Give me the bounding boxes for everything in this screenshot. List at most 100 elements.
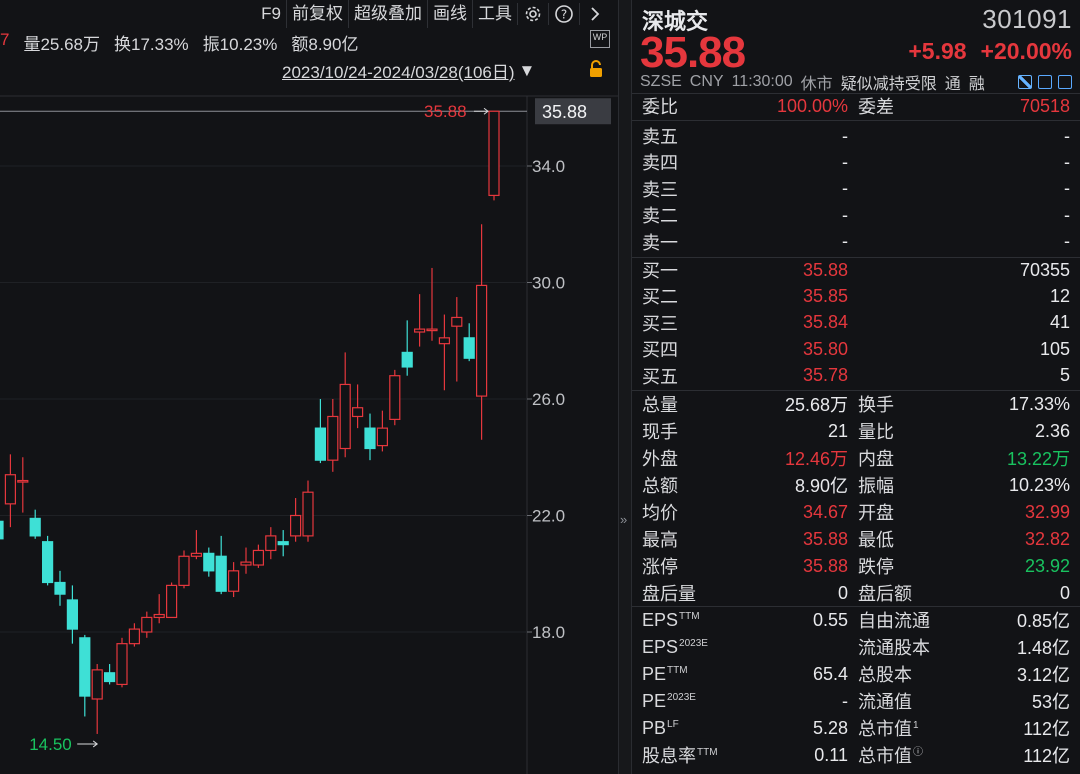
candle-body — [128, 628, 140, 645]
fund-value: 0.55 — [812, 609, 848, 630]
adjust-mode-button[interactable]: 前复权 — [286, 0, 348, 28]
dropdown-arrow-icon[interactable]: ▼ — [519, 61, 536, 81]
ask-price: - — [842, 231, 848, 252]
fund-label-2-text: 流通股本 — [858, 638, 930, 658]
bid-row: 买三 35.84 41 — [642, 310, 1070, 336]
fund-label-suffix: LF — [667, 718, 679, 730]
y-tick-label: 18.0 — [532, 623, 565, 642]
y-tick-label: 26.0 — [532, 390, 565, 409]
tong-flag: 通 — [944, 76, 961, 93]
low-annotation: 14.50 — [29, 735, 72, 754]
svg-text:?: ? — [561, 8, 567, 22]
chevron-right-icon[interactable] — [579, 3, 610, 25]
stat-label: 均价 — [642, 503, 678, 523]
candle-body — [389, 375, 401, 420]
fund-label: EPSTTM — [642, 610, 722, 631]
bid-volume: 5 — [1059, 365, 1070, 386]
fund-label-2-text: 自由流通 — [858, 611, 930, 631]
fund-label: EPS2023E — [642, 637, 722, 658]
fund-value-2: 112亿 — [1023, 746, 1070, 766]
overlay-button[interactable]: 超级叠加 — [348, 0, 427, 28]
chart-toolbar: F9 前复权 超级叠加 画线 工具 ? — [256, 0, 610, 28]
bid-label: 买一 — [642, 261, 678, 281]
stat-label-2: 开盘 — [858, 503, 894, 523]
ask-label: 卖一 — [642, 232, 678, 253]
ask-volume: - — [1064, 151, 1070, 172]
expand-icon[interactable]: » — [620, 512, 627, 527]
weibi-value: 100.00% — [776, 95, 848, 116]
panel-divider[interactable]: » — [618, 0, 632, 774]
ask-price: - — [842, 178, 848, 199]
weicha-label: 委差 — [858, 97, 894, 117]
ask-price: - — [842, 204, 848, 225]
change-value: +5.98 — [908, 38, 967, 64]
stat-value: 34.67 — [802, 501, 848, 522]
candle-body — [401, 351, 413, 368]
candle-body — [215, 555, 227, 592]
candle-body — [252, 549, 264, 566]
stat-row: 现手 21 量比 2.36 — [642, 418, 1070, 444]
stat-label: 涨停 — [642, 557, 678, 577]
date-range-selector[interactable]: 2023/10/24-2024/03/28(106日) ▼ — [282, 58, 535, 83]
bid-label: 买五 — [642, 366, 678, 387]
reduction-flag: 疑似减持受限 — [840, 76, 937, 93]
candlestick-chart[interactable]: 34.0 30.0 26.0 22.0 18.0 35.88 35.88 14.50 — [0, 0, 618, 774]
fund-label-2-text: 总股本 — [858, 665, 912, 685]
stat-label-2: 振幅 — [858, 476, 894, 496]
weibi-label: 委比 — [642, 97, 678, 117]
stat-value: 8.90亿 — [794, 476, 848, 496]
stat-value-2: 32.82 — [1024, 528, 1070, 549]
candle-body — [66, 599, 79, 630]
stat-value-2: 13.22万 — [1006, 449, 1070, 469]
fundamental-row: PE2023E - 流通值 53亿 — [642, 688, 1070, 714]
quote-meta: SZSE CNY 11:30:00 休市 疑似减持受限 通 融 — [640, 72, 1072, 93]
ask-label: 卖五 — [642, 127, 678, 147]
fund-label-2-text: 流通值 — [858, 692, 912, 712]
stat-label: 现手 — [642, 422, 678, 442]
chart-pane: F9 前复权 超级叠加 画线 工具 ? 7 量25.68万 换17.33% 振1… — [0, 0, 618, 774]
stat-label: 总额 — [642, 476, 678, 496]
last-price: 35.88 — [640, 28, 746, 77]
unlock-icon[interactable] — [588, 60, 604, 78]
stat-label: 最高 — [642, 530, 678, 550]
bid-row: 买一 35.88 70355 — [642, 257, 1070, 283]
low-annotation-arrowhead — [92, 740, 99, 748]
edit-icon[interactable] — [1018, 75, 1032, 89]
fundamental-row: PBLF 5.28 总市值1 112亿 — [642, 715, 1070, 741]
stat-label-2: 跌停 — [858, 557, 894, 577]
stat-value-2: 10.23% — [1008, 474, 1070, 495]
stat-label: 总量 — [642, 395, 678, 415]
bid-price: 35.78 — [802, 365, 848, 386]
ask-row: 卖一 - - — [642, 229, 1070, 255]
ask-row: 卖三 - - — [642, 176, 1070, 202]
date-range-text[interactable]: 2023/10/24-2024/03/28(106日) — [282, 58, 515, 83]
candle-body — [54, 581, 66, 595]
fund-value-2: 112亿 — [1023, 719, 1070, 739]
f9-button[interactable]: F9 — [256, 0, 286, 28]
fund-label-2-suffix: ⓘ — [913, 747, 923, 758]
bid-price: 35.84 — [802, 312, 848, 333]
candle-body — [488, 110, 500, 197]
fundamental-row: 股息率TTM 0.11 总市值ⓘ 112亿 — [642, 742, 1070, 768]
copy-icon[interactable] — [1038, 75, 1052, 89]
currency-label: CNY — [689, 73, 724, 90]
y-tick-label: 34.0 — [532, 157, 565, 176]
wp-icon[interactable]: WP — [590, 30, 610, 48]
gear-icon[interactable] — [517, 3, 548, 25]
candle-body — [314, 427, 326, 461]
draw-line-button[interactable]: 画线 — [427, 0, 472, 28]
stat-value: 35.88 — [802, 528, 848, 549]
fund-label-2: 流通股本 — [858, 634, 931, 660]
candle-body — [302, 491, 314, 537]
help-icon[interactable]: ? — [548, 3, 579, 25]
fund-label-2-text: 总市值 — [858, 719, 912, 739]
tools-button[interactable]: 工具 — [472, 0, 517, 28]
candle-body — [290, 514, 302, 537]
fund-label-text: PE — [642, 663, 667, 684]
bid-label: 买四 — [642, 340, 678, 361]
fund-value-2: 53亿 — [1031, 692, 1070, 712]
turnover-stat: 换17.33% — [114, 35, 189, 54]
stat-row: 盘后量 0 盘后额 0 — [642, 580, 1070, 606]
bookmark-icon[interactable] — [1058, 75, 1072, 89]
fund-value-2: 1.48亿 — [1016, 638, 1070, 658]
